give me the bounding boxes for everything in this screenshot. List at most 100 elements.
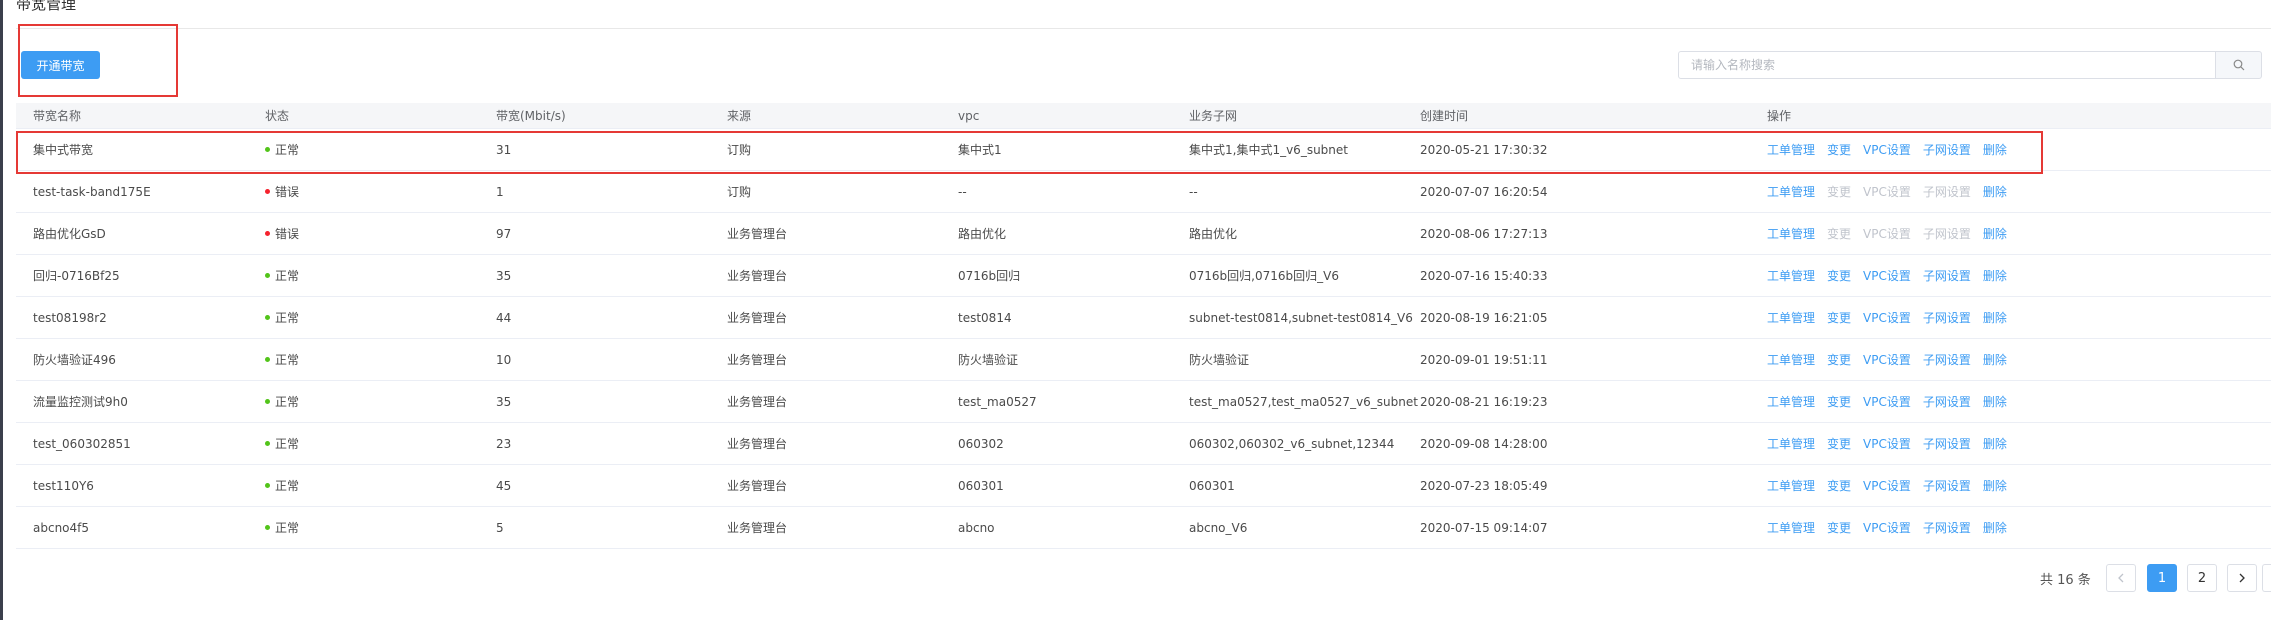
- subnet-settings-link[interactable]: 子网设置: [1923, 477, 1971, 494]
- table-header: 带宽名称 状态 带宽(Mbit/s) 来源 vpc 业务子网 创建时间 操作: [16, 103, 2271, 129]
- delete-link[interactable]: 删除: [1983, 225, 2007, 242]
- cell-actions: 工单管理 变更 VPC设置 子网设置 删除: [1767, 381, 2007, 422]
- delete-link[interactable]: 删除: [1983, 435, 2007, 452]
- ticket-link[interactable]: 工单管理: [1767, 225, 1815, 242]
- col-header-vpc: vpc: [958, 108, 980, 123]
- status-text: 错误: [275, 185, 300, 199]
- cell-vpc: 防火墙验证: [958, 353, 1019, 367]
- change-link: 变更: [1827, 227, 1852, 241]
- cell-name: 流量监控测试9h0: [33, 395, 128, 409]
- cell-created: 2020-07-15 09:14:07: [1420, 520, 1548, 535]
- cell-bandwidth: 45: [496, 478, 512, 493]
- cell-bandwidth: 35: [496, 268, 512, 283]
- ticket-link[interactable]: 工单管理: [1767, 351, 1815, 368]
- vpc-settings-link[interactable]: VPC设置: [1863, 351, 1911, 368]
- cell-actions: 工单管理 变更 VPC设置 子网设置 删除: [1767, 507, 2007, 548]
- annotation-box-create-button: [18, 24, 178, 97]
- vpc-settings-link[interactable]: VPC设置: [1863, 477, 1911, 494]
- cell-vpc: test0814: [958, 310, 1012, 325]
- cell-created: 2020-08-21 16:19:23: [1420, 394, 1548, 409]
- ticket-link[interactable]: 工单管理: [1767, 267, 1815, 284]
- ticket-link[interactable]: 工单管理: [1767, 309, 1815, 326]
- change-link[interactable]: 变更: [1827, 267, 1851, 284]
- change-link[interactable]: 变更: [1827, 309, 1851, 326]
- ticket-link[interactable]: 工单管理: [1767, 435, 1815, 452]
- action-links: 工单管理 变更 VPC设置 子网设置 删除: [1767, 225, 2007, 242]
- cell-created: 2020-09-08 14:28:00: [1420, 436, 1548, 451]
- change-link[interactable]: 变更: [1827, 435, 1851, 452]
- cell-status: 正常: [265, 339, 299, 380]
- cell-source: 业务管理台: [727, 521, 788, 535]
- cell-subnet: 060301: [1189, 478, 1235, 493]
- change-link[interactable]: 变更: [1827, 393, 1851, 410]
- subnet-settings-link[interactable]: 子网设置: [1923, 309, 1971, 326]
- delete-link[interactable]: 删除: [1983, 519, 2007, 536]
- vpc-settings-link[interactable]: VPC设置: [1863, 519, 1911, 536]
- cell-status: 正常: [265, 381, 299, 422]
- ticket-link[interactable]: 工单管理: [1767, 183, 1815, 200]
- vpc-settings-link: VPC设置: [1863, 227, 1911, 241]
- cell-source: 订购: [727, 185, 752, 199]
- cell-bandwidth: 23: [496, 436, 512, 451]
- prev-page-button[interactable]: [2106, 564, 2136, 592]
- col-header-created: 创建时间: [1420, 109, 1469, 123]
- subnet-settings-link[interactable]: 子网设置: [1923, 393, 1971, 410]
- cell-actions: 工单管理 变更 VPC设置 子网设置 删除: [1767, 255, 2007, 296]
- status-text: 正常: [275, 311, 300, 325]
- page-size-select[interactable]: [2262, 564, 2271, 592]
- vpc-settings-link[interactable]: VPC设置: [1863, 393, 1911, 410]
- delete-link[interactable]: 删除: [1983, 309, 2007, 326]
- action-links: 工单管理 变更 VPC设置 子网设置 删除: [1767, 309, 2007, 326]
- delete-link[interactable]: 删除: [1983, 477, 2007, 494]
- change-link[interactable]: 变更: [1827, 477, 1851, 494]
- table-row: test08198r2 正常 44 业务管理台 test0814 subnet-test0…: [16, 297, 2271, 339]
- status-text: 错误: [275, 227, 300, 241]
- delete-link[interactable]: 删除: [1983, 267, 2007, 284]
- ticket-link[interactable]: 工单管理: [1767, 393, 1815, 410]
- page-button-2[interactable]: 2: [2187, 564, 2217, 592]
- status-dot-icon: [265, 399, 270, 404]
- page-button-1[interactable]: 1: [2147, 564, 2177, 592]
- cell-status: 正常: [265, 465, 299, 506]
- cell-source: 业务管理台: [727, 311, 788, 325]
- vpc-settings-link[interactable]: VPC设置: [1863, 309, 1911, 326]
- status-text: 正常: [275, 269, 300, 283]
- col-header-subnet: 业务子网: [1189, 109, 1238, 123]
- ticket-link[interactable]: 工单管理: [1767, 519, 1815, 536]
- cell-name: test08198r2: [33, 310, 107, 325]
- cell-vpc: abcno: [958, 520, 995, 535]
- cell-name: abcno4f5: [33, 520, 90, 535]
- action-links: 工单管理 变更 VPC设置 子网设置 删除: [1767, 393, 2007, 410]
- change-link[interactable]: 变更: [1827, 351, 1851, 368]
- subnet-settings-link[interactable]: 子网设置: [1923, 267, 1971, 284]
- cell-vpc: 路由优化: [958, 227, 1007, 241]
- change-link: 变更: [1827, 185, 1852, 199]
- change-link[interactable]: 变更: [1827, 519, 1851, 536]
- ticket-link[interactable]: 工单管理: [1767, 477, 1815, 494]
- cell-bandwidth: 5: [496, 520, 504, 535]
- cell-actions: 工单管理 变更 VPC设置 子网设置 删除: [1767, 171, 2007, 212]
- window-left-edge: [0, 0, 3, 620]
- delete-link[interactable]: 删除: [1983, 393, 2007, 410]
- cell-source: 业务管理台: [727, 269, 788, 283]
- cell-vpc: 060302: [958, 436, 1004, 451]
- search-box: [1678, 51, 2262, 79]
- status-text: 正常: [275, 521, 300, 535]
- subnet-settings-link[interactable]: 子网设置: [1923, 519, 1971, 536]
- cell-bandwidth: 35: [496, 394, 512, 409]
- next-page-button[interactable]: [2227, 564, 2257, 592]
- delete-link[interactable]: 删除: [1983, 351, 2007, 368]
- delete-link[interactable]: 删除: [1983, 183, 2007, 200]
- cell-subnet: subnet-test0814,subnet-test0814_V6: [1189, 310, 1413, 325]
- vpc-settings-link[interactable]: VPC设置: [1863, 435, 1911, 452]
- cell-source: 业务管理台: [727, 395, 788, 409]
- search-input[interactable]: [1678, 51, 2216, 79]
- vpc-settings-link[interactable]: VPC设置: [1863, 267, 1911, 284]
- col-header-actions: 操作: [1767, 109, 1792, 123]
- cell-subnet: 060302,060302_v6_subnet,12344: [1189, 436, 1395, 451]
- search-button[interactable]: [2215, 51, 2262, 79]
- subnet-settings-link[interactable]: 子网设置: [1923, 435, 1971, 452]
- action-links: 工单管理 变更 VPC设置 子网设置 删除: [1767, 267, 2007, 284]
- subnet-settings-link[interactable]: 子网设置: [1923, 351, 1971, 368]
- action-links: 工单管理 变更 VPC设置 子网设置 删除: [1767, 519, 2007, 536]
